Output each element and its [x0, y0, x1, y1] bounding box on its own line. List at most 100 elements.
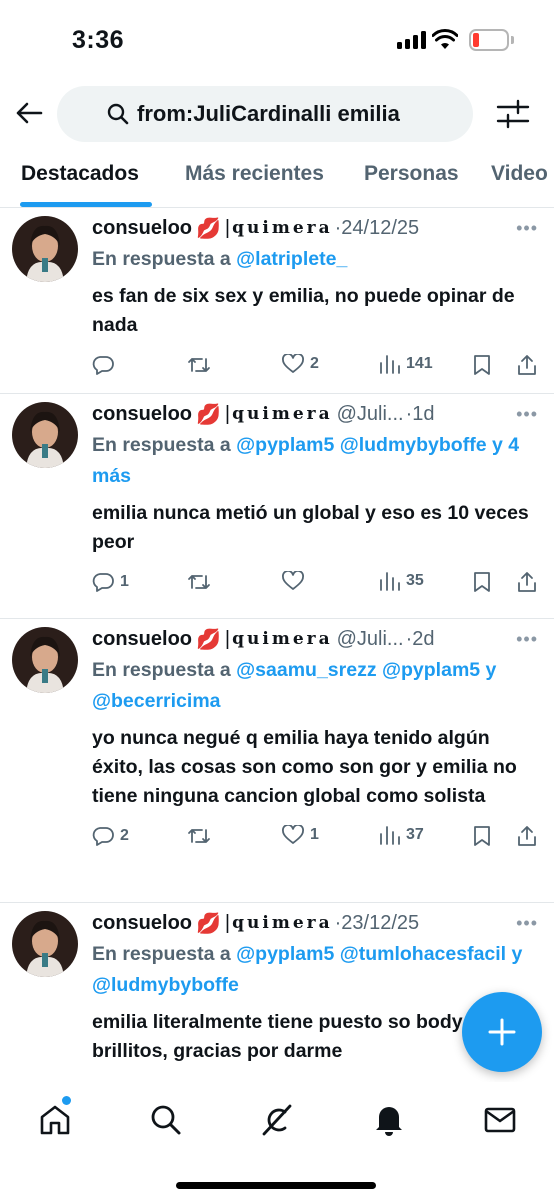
reply-prefix: En respuesta a: [92, 659, 231, 681]
avatar[interactable]: [12, 627, 78, 693]
search-icon: [151, 1105, 181, 1135]
user-handle[interactable]: @Juli...: [337, 628, 404, 651]
share-button[interactable]: [516, 825, 538, 847]
tweet-header: consueloo 💋 | quimera · 24/12/25: [92, 208, 536, 244]
home-indicator: [176, 1182, 376, 1189]
back-button[interactable]: [12, 96, 46, 130]
name-divider: |: [224, 216, 231, 239]
tweet-header: consueloo 💋 | quimera · 23/12/25: [92, 903, 536, 939]
bookmark-icon: [474, 572, 490, 592]
bookmark-button[interactable]: [473, 354, 491, 376]
reply-context: En respuesta a @pyplam5 @tumlohacesfacil…: [92, 939, 536, 1001]
reply-button[interactable]: 1: [92, 571, 129, 593]
reply-mentions[interactable]: @latriplete_: [236, 248, 347, 270]
status-time: 3:36: [72, 26, 125, 54]
tab-personas[interactable]: Personas: [364, 162, 459, 186]
reply-prefix: En respuesta a: [92, 943, 231, 965]
tweet[interactable]: consueloo 💋 | quimera @Juli... · 1d ••• …: [0, 394, 554, 619]
reply-context: En respuesta a @pyplam5 @ludmybyboffe y …: [92, 430, 536, 492]
reply-prefix: En respuesta a: [92, 248, 231, 270]
nav-notifications[interactable]: [369, 1100, 409, 1140]
nav-messages[interactable]: [480, 1100, 520, 1140]
share-icon: [518, 826, 536, 846]
home-icon: [40, 1105, 70, 1135]
tab-mas-recientes[interactable]: Más recientes: [185, 162, 324, 186]
tweet[interactable]: consueloo 💋 | quimera @Juli... · 2d ••• …: [0, 619, 554, 903]
search-icon: [107, 103, 129, 125]
plus-icon: [488, 1018, 516, 1046]
tweet[interactable]: consueloo 💋 | quimera · 24/12/25 ••• En …: [0, 208, 554, 394]
bar-chart-icon: [380, 826, 400, 845]
speech-bubble-icon: [92, 827, 114, 846]
tweet-header: consueloo 💋 | quimera @Juli... · 1d: [92, 394, 536, 430]
views-button[interactable]: 35: [378, 571, 424, 591]
display-name[interactable]: consueloo: [92, 403, 192, 426]
retweet-button[interactable]: [187, 825, 211, 847]
share-button[interactable]: [516, 354, 538, 376]
tweet-feed[interactable]: consueloo 💋 | quimera · 24/12/25 ••• En …: [0, 208, 554, 1090]
filter-button[interactable]: [496, 98, 530, 130]
display-name[interactable]: consueloo: [92, 628, 192, 651]
name-divider: |: [224, 402, 231, 425]
reply-context: En respuesta a @saamu_srezz @pyplam5 y @…: [92, 655, 536, 717]
speech-bubble-icon: [92, 573, 114, 592]
more-options-icon[interactable]: •••: [516, 404, 538, 425]
nav-home[interactable]: [35, 1100, 75, 1140]
avatar[interactable]: [12, 911, 78, 977]
reply-button[interactable]: 2: [92, 825, 129, 847]
like-button[interactable]: 1: [282, 825, 319, 845]
tab-destacados[interactable]: Destacados: [21, 162, 139, 186]
search-input[interactable]: from:JuliCardinalli emilia: [57, 86, 473, 142]
display-name[interactable]: consueloo: [92, 912, 192, 935]
battery-icon: [469, 29, 509, 51]
heart-icon: [282, 354, 304, 373]
avatar[interactable]: [12, 216, 78, 282]
display-name[interactable]: consueloo: [92, 217, 192, 240]
tweet-date[interactable]: 2d: [412, 628, 434, 651]
share-button[interactable]: [516, 571, 538, 593]
battery-tip: [511, 36, 514, 44]
retweet-button[interactable]: [187, 354, 211, 376]
search-header: from:JuliCardinalli emilia: [0, 82, 554, 152]
tweet-text: es fan de six sex y emilia, no puede opi…: [92, 285, 515, 336]
more-options-icon[interactable]: •••: [516, 629, 538, 650]
reply-count: 1: [120, 573, 129, 590]
bell-icon: [376, 1107, 402, 1136]
compose-button[interactable]: [462, 992, 542, 1072]
speech-bubble-icon: [92, 356, 114, 375]
nav-search[interactable]: [146, 1100, 186, 1140]
more-options-icon[interactable]: •••: [516, 218, 538, 239]
view-count: 141: [406, 355, 433, 372]
more-options-icon[interactable]: •••: [516, 913, 538, 934]
tab-video[interactable]: Video: [491, 162, 548, 186]
bookmark-button[interactable]: [473, 825, 491, 847]
retweet-button[interactable]: [187, 571, 211, 593]
tweet-date[interactable]: 24/12/25: [341, 217, 419, 240]
reply-button[interactable]: [92, 354, 120, 376]
dot-separator: ·: [334, 216, 342, 239]
tweet[interactable]: consueloo 💋 | quimera · 23/12/25 ••• En …: [0, 903, 554, 1090]
nav-grok[interactable]: [257, 1100, 297, 1140]
mail-icon: [484, 1107, 516, 1133]
dot-separator: ·: [405, 402, 413, 425]
dot-separator: ·: [405, 627, 413, 650]
tweet-text: emilia nunca metió un global y eso es 10…: [92, 502, 529, 553]
user-handle[interactable]: @Juli...: [337, 403, 404, 426]
bookmark-button[interactable]: [473, 571, 491, 593]
wifi-icon: [432, 29, 458, 49]
avatar[interactable]: [12, 402, 78, 468]
views-button[interactable]: 37: [378, 825, 424, 845]
tweet-date[interactable]: 1d: [412, 403, 434, 426]
tweet-date[interactable]: 23/12/25: [341, 912, 419, 935]
dot-separator: ·: [334, 911, 342, 934]
bookmark-icon: [474, 826, 490, 846]
heart-icon: [282, 571, 304, 590]
name-brand: quimera: [232, 629, 333, 649]
tweet-actions: 2 1 37: [92, 811, 536, 871]
views-button[interactable]: 141: [378, 354, 433, 374]
view-count: 37: [406, 826, 424, 843]
like-button[interactable]: 2: [282, 354, 319, 374]
status-bar: 3:36: [0, 0, 554, 82]
active-tab-indicator: [20, 202, 152, 207]
like-button[interactable]: [282, 571, 310, 591]
